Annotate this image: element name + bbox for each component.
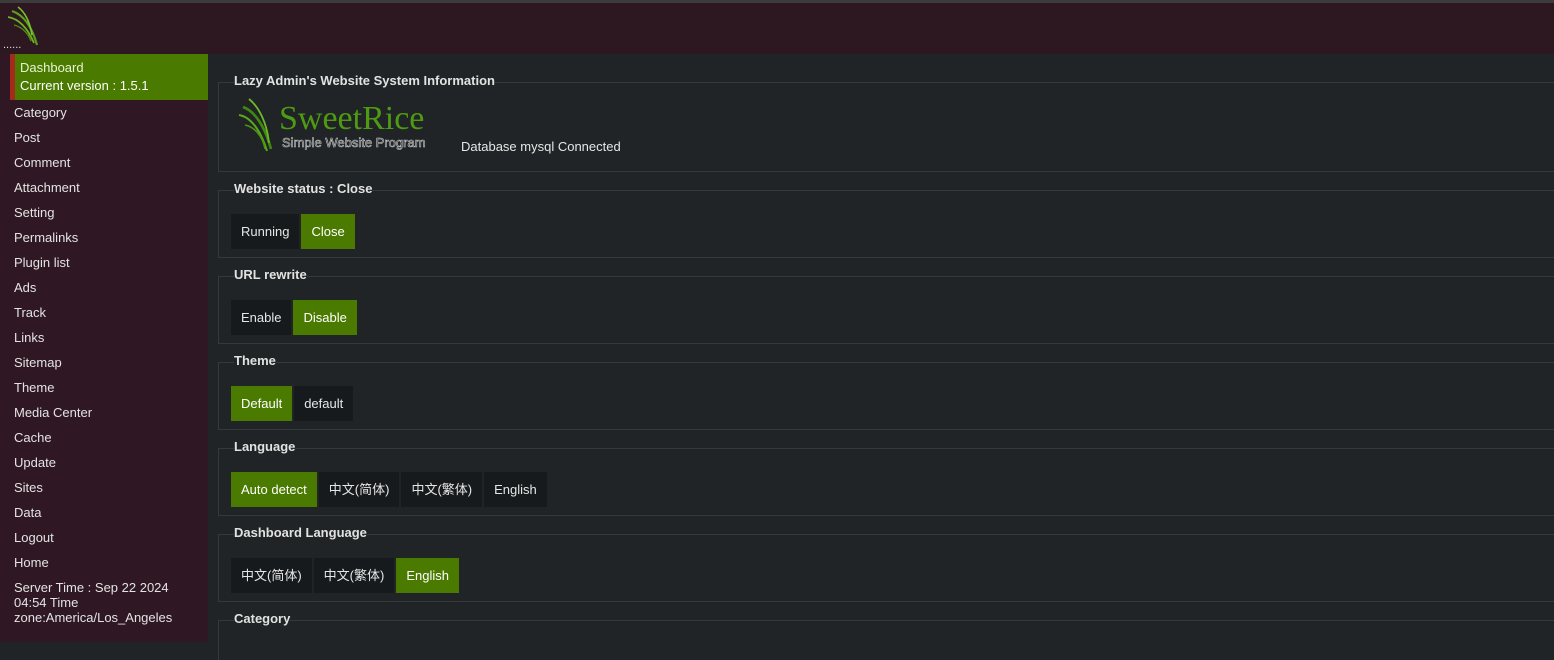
database-status: Database mysql Connected	[461, 139, 621, 154]
theme-default-button[interactable]: Default	[231, 386, 293, 421]
sidebar-item-ads[interactable]: Ads	[14, 279, 92, 304]
dashboard-language-panel: Dashboard Language 中文(简体) 中文(繁体) English	[218, 525, 1554, 602]
url-rewrite-options: Enable Disable	[231, 300, 357, 335]
dashboard-language-zh-simplified-button[interactable]: 中文(简体)	[231, 558, 312, 593]
site-name-placeholder: ......	[3, 39, 22, 51]
url-rewrite-enable-button[interactable]: Enable	[231, 300, 292, 335]
sidebar-item-post[interactable]: Post	[14, 129, 92, 154]
language-panel: Language Auto detect 中文(简体) 中文(繁体) Engli…	[218, 439, 1554, 516]
sidebar-item-category[interactable]: Category	[14, 104, 92, 129]
url-rewrite-heading: URL rewrite	[234, 267, 307, 282]
dashboard-language-options: 中文(简体) 中文(繁体) English	[231, 558, 459, 593]
sidebar-item-label: Dashboard	[20, 60, 84, 75]
sidebar-item-home[interactable]: Home	[14, 554, 92, 579]
website-status-panel: Website status : Close Running Close	[218, 181, 1554, 258]
sidebar-item-dashboard[interactable]: Dashboard Current version : 1.5.1	[10, 54, 208, 100]
logo-title: SweetRice	[279, 100, 424, 137]
sidebar: Dashboard Current version : 1.5.1 Catego…	[0, 54, 208, 642]
language-zh-simplified-button[interactable]: 中文(简体)	[318, 472, 400, 507]
sidebar-item-comment[interactable]: Comment	[14, 154, 92, 179]
sidebar-item-permalinks[interactable]: Permalinks	[14, 229, 92, 254]
url-rewrite-disable-button[interactable]: Disable	[293, 300, 357, 335]
logo-subtitle: Simple Website Program	[282, 135, 426, 150]
website-status-heading: Website status : Close	[234, 181, 373, 196]
sidebar-item-logout[interactable]: Logout	[14, 529, 92, 554]
url-rewrite-panel: URL rewrite Enable Disable	[218, 267, 1554, 344]
server-time: Server Time : Sep 22 2024 04:54 Time zon…	[14, 580, 173, 625]
language-english-button[interactable]: English	[484, 472, 547, 507]
version-label: Current version : 1.5.1	[20, 78, 149, 93]
theme-panel: Theme Default default	[218, 353, 1554, 430]
category-panel: Category	[218, 611, 1554, 660]
sidebar-item-links[interactable]: Links	[14, 329, 92, 354]
theme-options: Default default	[231, 386, 354, 421]
sidebar-item-cache[interactable]: Cache	[14, 429, 92, 454]
dashboard-language-heading: Dashboard Language	[234, 525, 367, 540]
language-auto-detect-button[interactable]: Auto detect	[231, 472, 317, 507]
sidebar-item-plugin-list[interactable]: Plugin list	[14, 254, 92, 279]
status-running-button[interactable]: Running	[231, 214, 300, 249]
sidebar-item-media-center[interactable]: Media Center	[14, 404, 92, 429]
sidebar-item-theme[interactable]: Theme	[14, 379, 92, 404]
category-heading: Category	[234, 611, 291, 626]
system-info-panel: Lazy Admin's Website System Information …	[218, 73, 1554, 172]
language-heading: Language	[234, 439, 296, 454]
sweetrice-logo: SweetRice Simple Website Program	[238, 98, 426, 152]
sidebar-item-data[interactable]: Data	[14, 504, 92, 529]
status-close-button[interactable]: Close	[301, 214, 355, 249]
theme-default-lowercase-button[interactable]: default	[294, 386, 354, 421]
sidebar-item-update[interactable]: Update	[14, 454, 92, 479]
main-content: Lazy Admin's Website System Information …	[218, 54, 1554, 660]
system-info-heading: Lazy Admin's Website System Information	[234, 73, 495, 88]
sidebar-item-attachment[interactable]: Attachment	[14, 179, 92, 204]
top-bar: ......	[0, 0, 1554, 54]
language-zh-traditional-button[interactable]: 中文(繁体)	[401, 472, 483, 507]
sidebar-item-setting[interactable]: Setting	[14, 204, 92, 229]
dashboard-language-english-button[interactable]: English	[396, 558, 459, 593]
dashboard-language-zh-traditional-button[interactable]: 中文(繁体)	[313, 558, 395, 593]
sidebar-item-sitemap[interactable]: Sitemap	[14, 354, 92, 379]
theme-heading: Theme	[234, 353, 276, 368]
sidebar-menu: Category Post Comment Attachment Setting…	[14, 104, 92, 579]
sidebar-item-track[interactable]: Track	[14, 304, 92, 329]
language-options: Auto detect 中文(简体) 中文(繁体) English	[231, 472, 547, 507]
sidebar-item-sites[interactable]: Sites	[14, 479, 92, 504]
website-status-options: Running Close	[231, 214, 355, 249]
